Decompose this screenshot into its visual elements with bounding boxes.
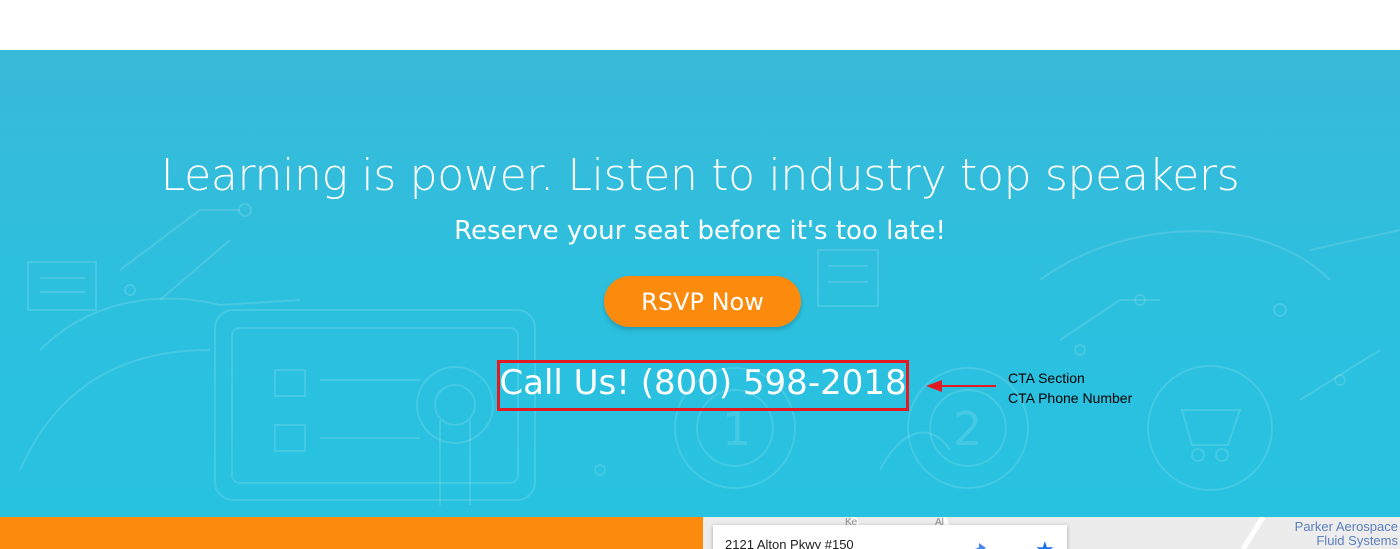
top-white-strip [0,0,1400,50]
map-embed[interactable]: Ke Al 2121 Alton Pkwy #150 ★ Parker Aero… [703,517,1400,549]
footer-orange-bar [0,517,703,549]
map-poi-line-2: Fluid Systems [1316,533,1398,548]
svg-text:2: 2 [953,402,982,456]
star-icon[interactable]: ★ [1035,539,1055,549]
annotation-arrow-icon [926,380,996,392]
annotation-line-cta-section: CTA Section [1008,370,1085,386]
rsvp-button[interactable]: RSVP Now [604,276,801,327]
map-poi-line-1: Parker Aerospace [1294,519,1398,534]
directions-icon[interactable] [965,543,987,549]
map-place-card[interactable]: 2121 Alton Pkwy #150 ★ [713,525,1067,549]
map-poi-label: Parker Aerospace Fluid Systems [1295,520,1398,548]
cta-phone-link[interactable]: Call Us! (800) 598-2018 [497,363,909,403]
cta-section: 1 2 Learning is power. Listen to industr… [0,50,1400,517]
annotation-line-phone-number: CTA Phone Number [1008,390,1133,406]
cta-headline: Learning is power. Listen to industry to… [160,150,1240,201]
map-address: 2121 Alton Pkwy #150 [725,537,854,549]
cta-subheadline: Reserve your seat before it's too late! [454,216,946,246]
annotation-label: CTA Section CTA Phone Number [1008,368,1132,408]
